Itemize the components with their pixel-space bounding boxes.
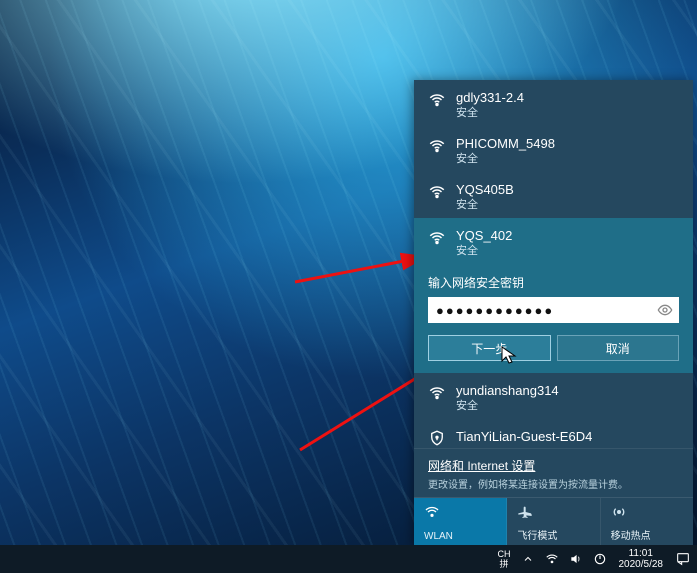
network-ssid: PHICOMM_5498 <box>456 136 555 152</box>
tile-wlan[interactable]: WLAN <box>414 498 507 546</box>
tray-chevron-up-icon[interactable] <box>521 552 535 566</box>
taskbar[interactable]: CH 拼 11:01 2020/5/28 <box>0 545 697 573</box>
wifi-secure-icon <box>428 384 446 402</box>
network-ssid: gdly331-2.4 <box>456 90 524 106</box>
system-tray <box>515 552 613 566</box>
wifi-secure-icon <box>428 183 446 201</box>
network-item[interactable]: TianYiLian-Guest-E6D4 <box>414 419 693 448</box>
network-item[interactable]: yundianshang314 安全 <box>414 373 693 419</box>
next-button[interactable]: 下一步 <box>428 335 551 361</box>
tray-language[interactable]: CH 拼 <box>494 549 515 569</box>
password-prompt: 输入网络安全密钥 <box>428 274 679 291</box>
password-input[interactable] <box>428 297 679 323</box>
network-status: 安全 <box>456 399 559 413</box>
network-status: 安全 <box>456 198 514 212</box>
password-field-wrap <box>428 297 679 323</box>
network-status: 安全 <box>456 106 524 120</box>
network-item[interactable]: PHICOMM_5498 安全 <box>414 126 693 172</box>
wifi-secure-icon <box>428 91 446 109</box>
tray-clock[interactable]: 11:01 2020/5/28 <box>613 548 670 570</box>
lang-bottom: 拼 <box>499 559 508 569</box>
airplane-icon <box>517 504 589 520</box>
tile-label: 飞行模式 <box>517 527 589 542</box>
lang-top: CH <box>498 549 511 559</box>
network-settings-hint: 更改设置，例如将某连接设置为按流量计费。 <box>428 476 679 491</box>
connect-panel: 输入网络安全密钥 下一步 取消 <box>414 264 693 373</box>
network-ssid: YQS_402 <box>456 228 512 244</box>
tile-hotspot[interactable]: 移动热点 <box>601 498 693 546</box>
network-ssid: yundianshang314 <box>456 383 559 399</box>
tray-power-icon[interactable] <box>593 552 607 566</box>
network-flyout: gdly331-2.4 安全 PHICOMM_5498 安全 Y <box>414 80 693 546</box>
cancel-button[interactable]: 取消 <box>557 335 680 361</box>
tile-airplane[interactable]: 飞行模式 <box>507 498 600 546</box>
wifi-icon <box>424 504 496 520</box>
clock-time: 11:01 <box>629 548 653 559</box>
tray-volume-icon[interactable] <box>569 552 583 566</box>
reveal-password-icon[interactable] <box>657 302 673 318</box>
wifi-secure-icon <box>428 229 446 247</box>
clock-date: 2020/5/28 <box>619 559 664 570</box>
network-settings-section: 网络和 Internet 设置 更改设置，例如将某连接设置为按流量计费。 <box>414 448 693 497</box>
tile-label: WLAN <box>424 531 496 542</box>
network-list: gdly331-2.4 安全 PHICOMM_5498 安全 Y <box>414 80 693 448</box>
network-ssid: TianYiLian-Guest-E6D4 <box>456 429 592 445</box>
network-status: 安全 <box>456 244 512 258</box>
network-status: 安全 <box>456 152 555 166</box>
tile-label: 移动热点 <box>611 527 683 542</box>
network-item-selected[interactable]: YQS_402 安全 <box>414 218 693 264</box>
network-settings-link[interactable]: 网络和 Internet 设置 <box>428 459 535 473</box>
network-item[interactable]: YQS405B 安全 <box>414 172 693 218</box>
tray-notifications-icon[interactable] <box>675 551 691 567</box>
network-item[interactable]: gdly331-2.4 安全 <box>414 80 693 126</box>
hotspot-icon <box>611 504 683 520</box>
tray-wifi-icon[interactable] <box>545 552 559 566</box>
wifi-open-icon <box>428 429 446 447</box>
quick-tiles: WLAN 飞行模式 移动热点 <box>414 497 693 546</box>
wifi-secure-icon <box>428 137 446 155</box>
network-ssid: YQS405B <box>456 182 514 198</box>
